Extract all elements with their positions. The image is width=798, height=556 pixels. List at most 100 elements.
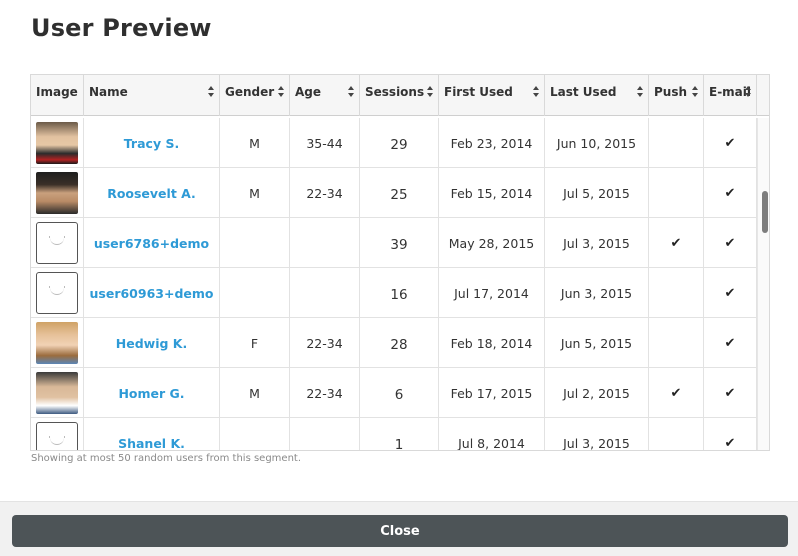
column-header-e-mail[interactable]: E-mail — [704, 75, 757, 116]
table-row[interactable]: Hedwig K. F 22-34 28 Feb 18, 2014 Jun 5, 2015… — [31, 318, 757, 368]
sessions-value: 16 — [390, 287, 408, 303]
avatar-cell — [31, 118, 84, 168]
name-cell: Homer G. — [84, 368, 220, 418]
sessions-value: 39 — [390, 237, 408, 253]
sessions-cell: 16 — [360, 268, 439, 318]
last-used-cell: Jun 5, 2015 — [545, 318, 649, 368]
sort-icon[interactable] — [278, 86, 284, 100]
column-header-age[interactable]: Age — [290, 75, 360, 116]
placeholder-avatar-icon — [36, 222, 78, 264]
table-row[interactable]: Shanel K. 1 Jul 8, 2014 Jul 3, 2015 ✔ — [31, 418, 757, 451]
first-used-cell: Feb 18, 2014 — [439, 318, 545, 368]
last-used-cell: Jul 3, 2015 — [545, 218, 649, 268]
user-name-link[interactable]: user60963+demo — [90, 286, 214, 301]
gender-cell: M — [220, 118, 290, 168]
push-cell — [649, 118, 704, 168]
name-cell: user60963+demo — [84, 268, 220, 318]
email-cell: ✔ — [704, 268, 757, 318]
column-header-last-used[interactable]: Last Used — [545, 75, 649, 116]
gender-value: F — [250, 335, 259, 351]
email-check-icon: ✔ — [724, 285, 736, 301]
gender-value: M — [249, 135, 260, 151]
table-row[interactable]: user6786+demo 39 May 28, 2015 Jul 3, 2015 ✔ ✔ — [31, 218, 757, 268]
email-check-icon: ✔ — [724, 435, 736, 451]
column-header-label: First Used — [444, 85, 513, 99]
column-header-sessions[interactable]: Sessions — [360, 75, 439, 116]
avatar-cell — [31, 268, 84, 318]
gender-cell: F — [220, 318, 290, 368]
first-used-cell: Jul 17, 2014 — [439, 268, 545, 318]
column-header-label: Gender — [225, 85, 275, 99]
first-used-value: Jul 17, 2014 — [454, 285, 529, 301]
sort-icon[interactable] — [427, 86, 433, 100]
gender-value: M — [249, 385, 260, 401]
age-cell: 22-34 — [290, 168, 360, 218]
user-name-link[interactable]: user6786+demo — [94, 236, 209, 251]
first-used-value: Feb 17, 2015 — [450, 385, 533, 401]
last-used-cell: Jul 5, 2015 — [545, 168, 649, 218]
first-used-value: Feb 23, 2014 — [450, 135, 533, 151]
sort-icon[interactable] — [348, 86, 354, 100]
user-name-link[interactable]: Hedwig K. — [116, 336, 187, 351]
scrollbar-thumb[interactable] — [762, 191, 768, 233]
email-cell: ✔ — [704, 168, 757, 218]
email-cell: ✔ — [704, 218, 757, 268]
sessions-cell: 6 — [360, 368, 439, 418]
push-cell — [649, 168, 704, 218]
sessions-value: 29 — [390, 137, 408, 153]
user-name-link[interactable]: Roosevelt A. — [107, 186, 196, 201]
close-button[interactable]: Close — [12, 515, 788, 547]
first-used-cell: May 28, 2015 — [439, 218, 545, 268]
email-check-icon: ✔ — [724, 385, 736, 401]
email-check-icon: ✔ — [724, 335, 736, 351]
age-value: 22-34 — [306, 385, 343, 401]
sort-icon[interactable] — [208, 86, 214, 100]
sort-icon[interactable] — [692, 86, 698, 100]
sort-icon[interactable] — [637, 86, 643, 100]
name-cell: Tracy S. — [84, 118, 220, 168]
avatar — [36, 172, 78, 214]
age-cell: 22-34 — [290, 368, 360, 418]
push-cell: ✔ — [649, 218, 704, 268]
first-used-cell: Feb 17, 2015 — [439, 368, 545, 418]
page-title: User Preview — [31, 14, 212, 42]
column-header-label: Name — [89, 85, 128, 99]
user-name-link[interactable]: Tracy S. — [124, 136, 179, 151]
table-row[interactable]: Roosevelt A. M 22-34 25 Feb 15, 2014 Jul 5, 2… — [31, 168, 757, 218]
avatar-cell — [31, 418, 84, 450]
scrollbar-track[interactable] — [757, 118, 769, 450]
age-cell — [290, 418, 360, 450]
sessions-cell: 39 — [360, 218, 439, 268]
sort-icon[interactable] — [533, 86, 539, 100]
table-row[interactable]: Homer G. M 22-34 6 Feb 17, 2015 Jul 2, 2015 ✔ ✔ — [31, 368, 757, 418]
table-row[interactable]: user60963+demo 16 Jul 17, 2014 Jun 3, 2015 ✔ — [31, 268, 757, 318]
sessions-value: 6 — [394, 387, 404, 403]
user-name-link[interactable]: Homer G. — [118, 386, 184, 401]
age-cell: 22-34 — [290, 318, 360, 368]
avatar-cell — [31, 218, 84, 268]
last-used-value: Jul 5, 2015 — [563, 185, 630, 201]
last-used-value: Jul 3, 2015 — [563, 435, 630, 451]
last-used-cell: Jun 3, 2015 — [545, 268, 649, 318]
age-value: 22-34 — [306, 185, 343, 201]
column-header-push[interactable]: Push — [649, 75, 704, 116]
age-cell — [290, 268, 360, 318]
last-used-value: Jun 10, 2015 — [556, 135, 637, 151]
column-header-name[interactable]: Name — [84, 75, 220, 116]
age-cell — [290, 218, 360, 268]
column-header-first-used[interactable]: First Used — [439, 75, 545, 116]
user-name-link[interactable]: Shanel K. — [118, 436, 185, 451]
push-cell — [649, 318, 704, 368]
user-table: Image Name Gender Age Sessions First Used Last… — [30, 74, 770, 451]
first-used-cell: Feb 15, 2014 — [439, 168, 545, 218]
push-cell — [649, 418, 704, 450]
sort-icon[interactable] — [745, 86, 751, 100]
last-used-cell: Jul 3, 2015 — [545, 418, 649, 451]
sessions-value: 1 — [394, 437, 404, 451]
table-row[interactable]: Tracy S. M 35-44 29 Feb 23, 2014 Jun 10, 2015… — [31, 118, 757, 168]
avatar-cell — [31, 318, 84, 368]
gender-cell — [220, 268, 290, 318]
push-check-icon: ✔ — [670, 235, 682, 251]
column-header-gender[interactable]: Gender — [220, 75, 290, 116]
push-check-icon: ✔ — [670, 385, 682, 401]
